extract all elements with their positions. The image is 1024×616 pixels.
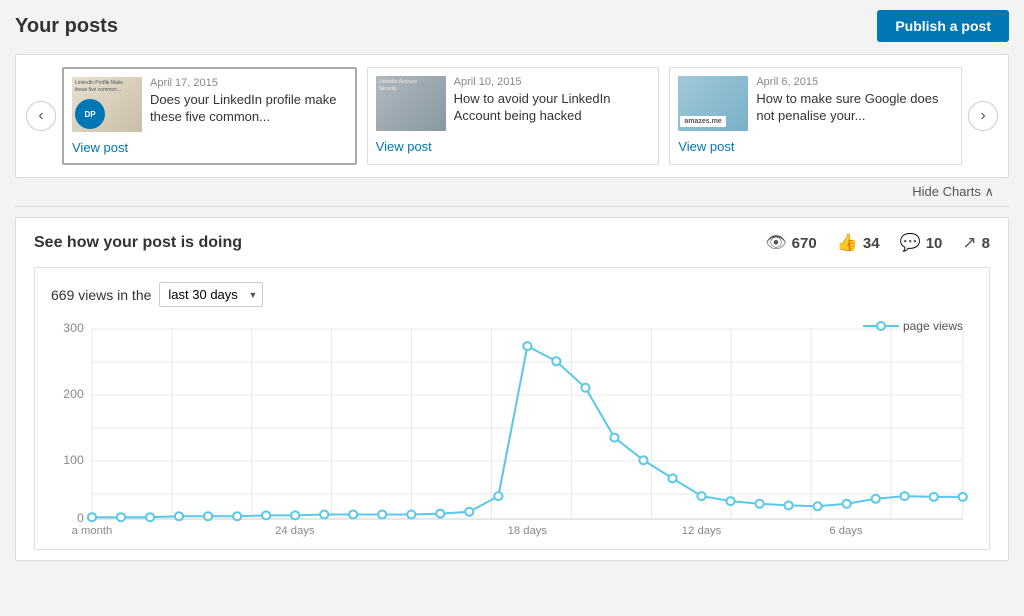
post-view-link-1[interactable]: View post [72, 140, 347, 155]
chart-svg: 300 200 100 0 [51, 319, 973, 539]
post-date-3: April 6, 2015 [756, 76, 953, 88]
stats-counts: 👁 670 👍 34 💬 10 ↗ 8 [765, 233, 990, 253]
svg-text:18 days: 18 days [508, 525, 548, 537]
hide-charts-toggle[interactable]: Hide Charts ∧ [15, 178, 1009, 207]
post-card-top-2: LinkedIn AccountSecurity April 10, 2015 … [376, 76, 651, 131]
svg-text:24 days: 24 days [275, 525, 315, 537]
post-title-1: Does your LinkedIn profile make these fi… [150, 92, 347, 126]
post-avatar-1: DP [75, 99, 105, 129]
svg-text:0: 0 [77, 511, 84, 525]
stats-section: See how your post is doing 👁 670 👍 34 💬 … [15, 217, 1009, 561]
legend-label: page views [903, 319, 963, 333]
post-title-3: How to make sure Google does not penalis… [756, 91, 953, 125]
post-info-2: April 10, 2015 How to avoid your LinkedI… [454, 76, 651, 131]
post-card-2: LinkedIn AccountSecurity April 10, 2015 … [367, 67, 660, 165]
chart-container: 669 views in the last 30 days last 7 day… [34, 267, 990, 550]
post-card-top-3: amazes.me April 6, 2015 How to make sure… [678, 76, 953, 131]
views-period-label: 669 views in the [51, 287, 151, 303]
page-wrapper: Your posts Publish a post ‹ LinkedIn Pro… [0, 0, 1024, 571]
svg-text:6 days: 6 days [829, 525, 863, 537]
svg-text:100: 100 [63, 453, 84, 467]
stats-title: See how your post is doing [34, 234, 242, 252]
svg-text:a month: a month [72, 525, 113, 537]
post-thumbnail-1: LinkedIn Profile Makethese five common..… [72, 77, 142, 132]
comments-icon: 💬 [900, 233, 921, 253]
svg-text:200: 200 [63, 387, 84, 401]
post-date-2: April 10, 2015 [454, 76, 651, 88]
chart-svg-wrapper: page views [51, 319, 973, 539]
post-thumbnail-2: LinkedIn AccountSecurity [376, 76, 446, 131]
post-date-1: April 17, 2015 [150, 77, 347, 89]
post-card-1: LinkedIn Profile Makethese five common..… [62, 67, 357, 165]
shares-value: 8 [982, 235, 990, 252]
stat-views: 👁 670 [765, 233, 817, 253]
posts-carousel: ‹ LinkedIn Profile Makethese five common… [15, 54, 1009, 178]
publish-button[interactable]: Publish a post [877, 10, 1009, 42]
chart-legend: page views [863, 319, 963, 333]
period-select[interactable]: last 30 days last 7 days last 90 days [159, 282, 263, 307]
svg-text:300: 300 [63, 321, 84, 335]
stat-shares: ↗ 8 [962, 233, 990, 253]
stats-header: See how your post is doing 👁 670 👍 34 💬 … [34, 233, 990, 253]
post-info-3: April 6, 2015 How to make sure Google do… [756, 76, 953, 131]
likes-value: 34 [863, 235, 880, 252]
post-card-3: amazes.me April 6, 2015 How to make sure… [669, 67, 962, 165]
shares-icon: ↗ [962, 233, 976, 253]
views-value: 670 [792, 235, 817, 252]
post-thumb-logo-3: amazes.me [680, 116, 725, 127]
carousel-next[interactable]: › [968, 101, 998, 131]
stat-comments: 💬 10 [900, 233, 943, 253]
post-view-link-2[interactable]: View post [376, 139, 651, 154]
carousel-prev[interactable]: ‹ [26, 101, 56, 131]
likes-icon: 👍 [837, 233, 858, 253]
period-select-wrapper[interactable]: last 30 days last 7 days last 90 days [159, 282, 263, 307]
chart-controls: 669 views in the last 30 days last 7 day… [51, 282, 973, 307]
comments-value: 10 [926, 235, 943, 252]
stat-likes: 👍 34 [837, 233, 880, 253]
post-view-link-3[interactable]: View post [678, 139, 953, 154]
post-thumbnail-3: amazes.me [678, 76, 748, 131]
page-header: Your posts Publish a post [15, 10, 1009, 42]
carousel-items: LinkedIn Profile Makethese five common..… [62, 67, 962, 165]
svg-text:12 days: 12 days [682, 525, 722, 537]
page-title: Your posts [15, 15, 118, 38]
post-info-1: April 17, 2015 Does your LinkedIn profil… [150, 77, 347, 132]
views-icon: 👁 [765, 233, 787, 253]
post-card-top-1: LinkedIn Profile Makethese five common..… [72, 77, 347, 132]
post-title-2: How to avoid your LinkedIn Account being… [454, 91, 651, 125]
